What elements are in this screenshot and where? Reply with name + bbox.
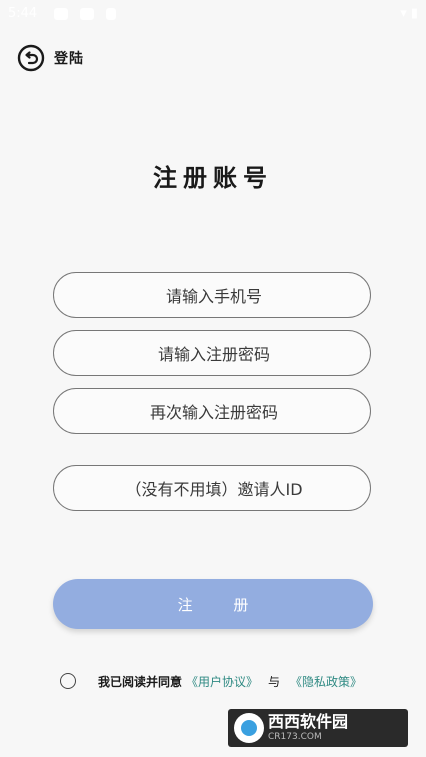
invite-code-input[interactable] [54, 466, 374, 512]
agreement-connector: 与 [268, 674, 281, 689]
page-title: 注册账号 [153, 164, 273, 192]
agree-checkbox[interactable] [60, 673, 76, 689]
status-bar: 5:44 ▾ ▮ [0, 0, 426, 30]
privacy-policy-link[interactable]: 《隐私政策》 [290, 673, 362, 690]
status-right-icons: ▾ ▮ [400, 6, 418, 21]
invite-code-field[interactable] [53, 465, 374, 512]
back-button[interactable]: 登陆 [17, 44, 84, 72]
status-square-icon [54, 8, 68, 20]
phone-input[interactable] [54, 273, 374, 319]
status-square-icon [106, 8, 116, 20]
confirm-password-field[interactable] [53, 388, 374, 435]
user-agreement-link[interactable]: 《用户协议》 [186, 673, 258, 690]
status-square-icon [80, 8, 94, 20]
phone-field[interactable] [53, 272, 374, 319]
confirm-password-input[interactable] [54, 389, 374, 435]
back-arrow-icon [17, 44, 45, 72]
password-input[interactable] [54, 331, 374, 377]
back-label: 登陆 [54, 51, 84, 67]
watermark: 西西软件园 CR173.COM [228, 709, 408, 747]
watermark-title: 西西软件园 [268, 712, 349, 731]
password-field[interactable] [53, 330, 374, 377]
watermark-logo-icon [234, 713, 264, 743]
agreement-prefix: 我已阅读并同意 [98, 674, 183, 689]
register-button[interactable]: 注 册 [53, 579, 373, 629]
status-time: 5:44 [8, 6, 38, 21]
agreement-row: 我已阅读并同意 《用户协议》 与 《隐私政策》 [60, 671, 366, 691]
watermark-sub: CR173.COM [268, 732, 322, 742]
